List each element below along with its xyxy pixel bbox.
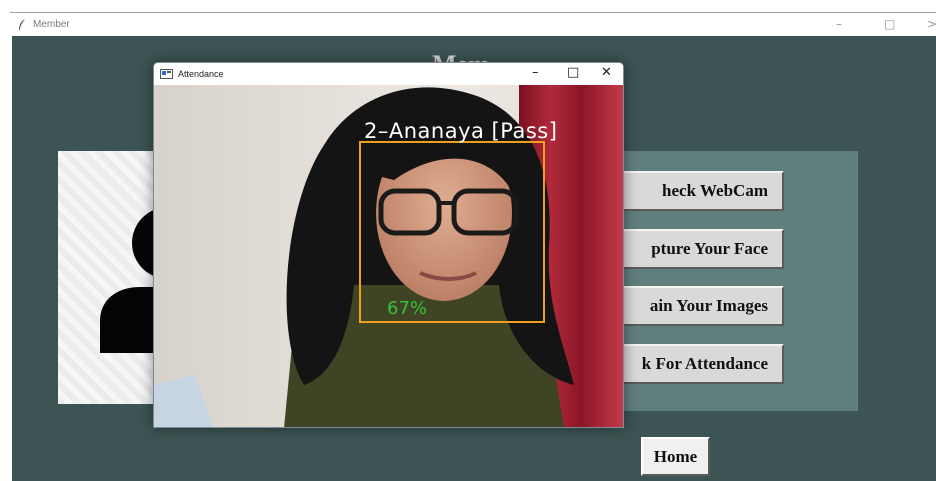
- main-window-titlebar[interactable]: Member – □ >: [10, 12, 936, 36]
- feather-icon: [14, 17, 30, 33]
- attendance-maximize-button[interactable]: □: [567, 65, 579, 80]
- attendance-minimize-button[interactable]: –: [532, 65, 539, 80]
- main-window-title: Member: [33, 19, 70, 30]
- home-button[interactable]: Home: [641, 437, 710, 476]
- train-images-button[interactable]: ain Your Images: [612, 286, 784, 326]
- confidence-score: 67%: [387, 298, 428, 319]
- webcam-feed: 2–Ananaya [Pass] 67%: [154, 85, 623, 427]
- close-button[interactable]: >: [927, 17, 936, 31]
- face-recognition-label: 2–Ananaya [Pass]: [364, 119, 558, 143]
- attendance-window-title: Attendance: [178, 69, 224, 79]
- check-attendance-button[interactable]: k For Attendance: [612, 344, 784, 384]
- attendance-close-button[interactable]: ✕: [601, 65, 612, 80]
- check-webcam-button[interactable]: heck WebCam: [612, 171, 784, 211]
- actions-panel: heck WebCam pture Your Face ain Your Ima…: [612, 151, 858, 411]
- capture-face-button[interactable]: pture Your Face: [612, 229, 784, 269]
- window-app-icon: [160, 69, 173, 79]
- attendance-window-titlebar[interactable]: Attendance – □ ✕: [154, 63, 623, 85]
- minimize-button[interactable]: –: [836, 17, 842, 31]
- attendance-window[interactable]: Attendance – □ ✕ 2–Ananaya [Pass] 67%: [153, 62, 624, 428]
- maximize-button[interactable]: □: [884, 17, 895, 31]
